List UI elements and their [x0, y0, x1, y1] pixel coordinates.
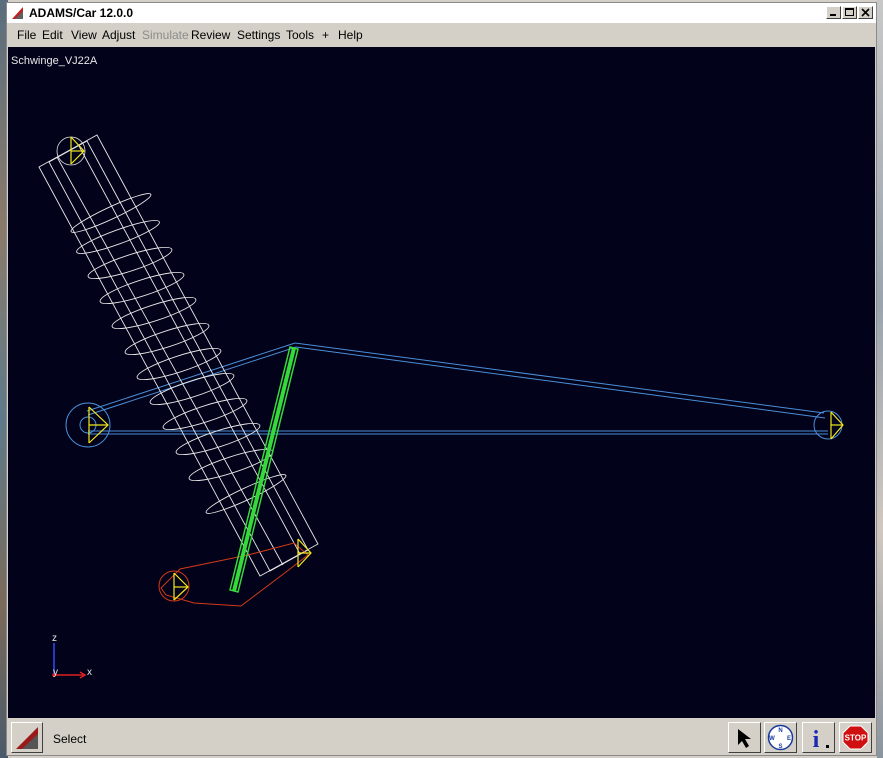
select-tool-button[interactable] — [728, 722, 761, 753]
close-icon — [861, 8, 870, 17]
title-bar: ADAMS/Car 12.0.0 — [7, 3, 876, 23]
menu-bar: File Edit View Adjust Simulate Review Se… — [7, 24, 876, 46]
compass-n-label: N — [778, 728, 782, 734]
coordinate-triad: z y x — [52, 633, 92, 679]
stop-label: STOP — [845, 734, 867, 743]
menu-simulate[interactable]: Simulate — [142, 28, 189, 42]
window-title: ADAMS/Car 12.0.0 — [29, 6, 134, 20]
menu-settings[interactable]: Settings — [237, 28, 280, 42]
menu-review[interactable]: Review — [191, 28, 230, 42]
graphics-viewport[interactable]: Schwinge_VJ22A z y x — [8, 47, 875, 718]
marker-right-pivot[interactable] — [830, 411, 844, 440]
triad-x-label: x — [87, 667, 92, 678]
maximize-icon — [845, 8, 854, 16]
minimize-icon — [830, 14, 836, 16]
triad-z-label: z — [52, 633, 57, 644]
menu-file[interactable]: File — [17, 28, 36, 42]
info-label: i — [813, 727, 820, 752]
marker-top[interactable] — [56, 136, 86, 166]
status-message: Select — [53, 732, 87, 746]
compass-s-label: S — [778, 744, 782, 750]
status-bar: Select N W E S i STOP — [7, 719, 876, 755]
adams-logo-icon — [12, 7, 23, 19]
menu-plus[interactable]: + — [322, 28, 329, 42]
markers[interactable] — [56, 136, 844, 601]
compass-icon: N W E S — [767, 724, 794, 751]
menu-view[interactable]: View — [71, 28, 97, 42]
info-icon: i — [813, 727, 829, 752]
upper-link[interactable] — [65, 342, 843, 448]
menu-edit[interactable]: Edit — [42, 28, 63, 42]
info-button[interactable]: i — [802, 722, 835, 753]
desktop-background-right — [877, 0, 883, 758]
maximize-button[interactable] — [842, 6, 857, 19]
adams-logo-icon — [16, 727, 38, 749]
minimize-button[interactable] — [826, 6, 841, 19]
menu-help[interactable]: Help — [338, 28, 363, 42]
triad-y-label: y — [53, 667, 58, 678]
compass-e-label: E — [787, 736, 791, 742]
stop-button[interactable]: STOP — [839, 722, 872, 753]
damper-rod[interactable] — [229, 346, 299, 593]
status-logo — [11, 722, 43, 753]
view-orientation-button[interactable]: N W E S — [764, 722, 797, 753]
menu-tools[interactable]: Tools — [286, 28, 314, 42]
model-graphics: z y x — [38, 134, 844, 679]
close-button[interactable] — [858, 6, 873, 19]
arrow-cursor-icon — [738, 729, 751, 748]
menu-adjust[interactable]: Adjust — [102, 28, 135, 42]
adams-car-window: ADAMS/Car 12.0.0 File Edit View Adjust S… — [6, 2, 877, 756]
marker-left-pivot[interactable] — [88, 406, 109, 444]
stop-icon: STOP — [842, 725, 869, 750]
compass-w-label: W — [769, 736, 775, 742]
